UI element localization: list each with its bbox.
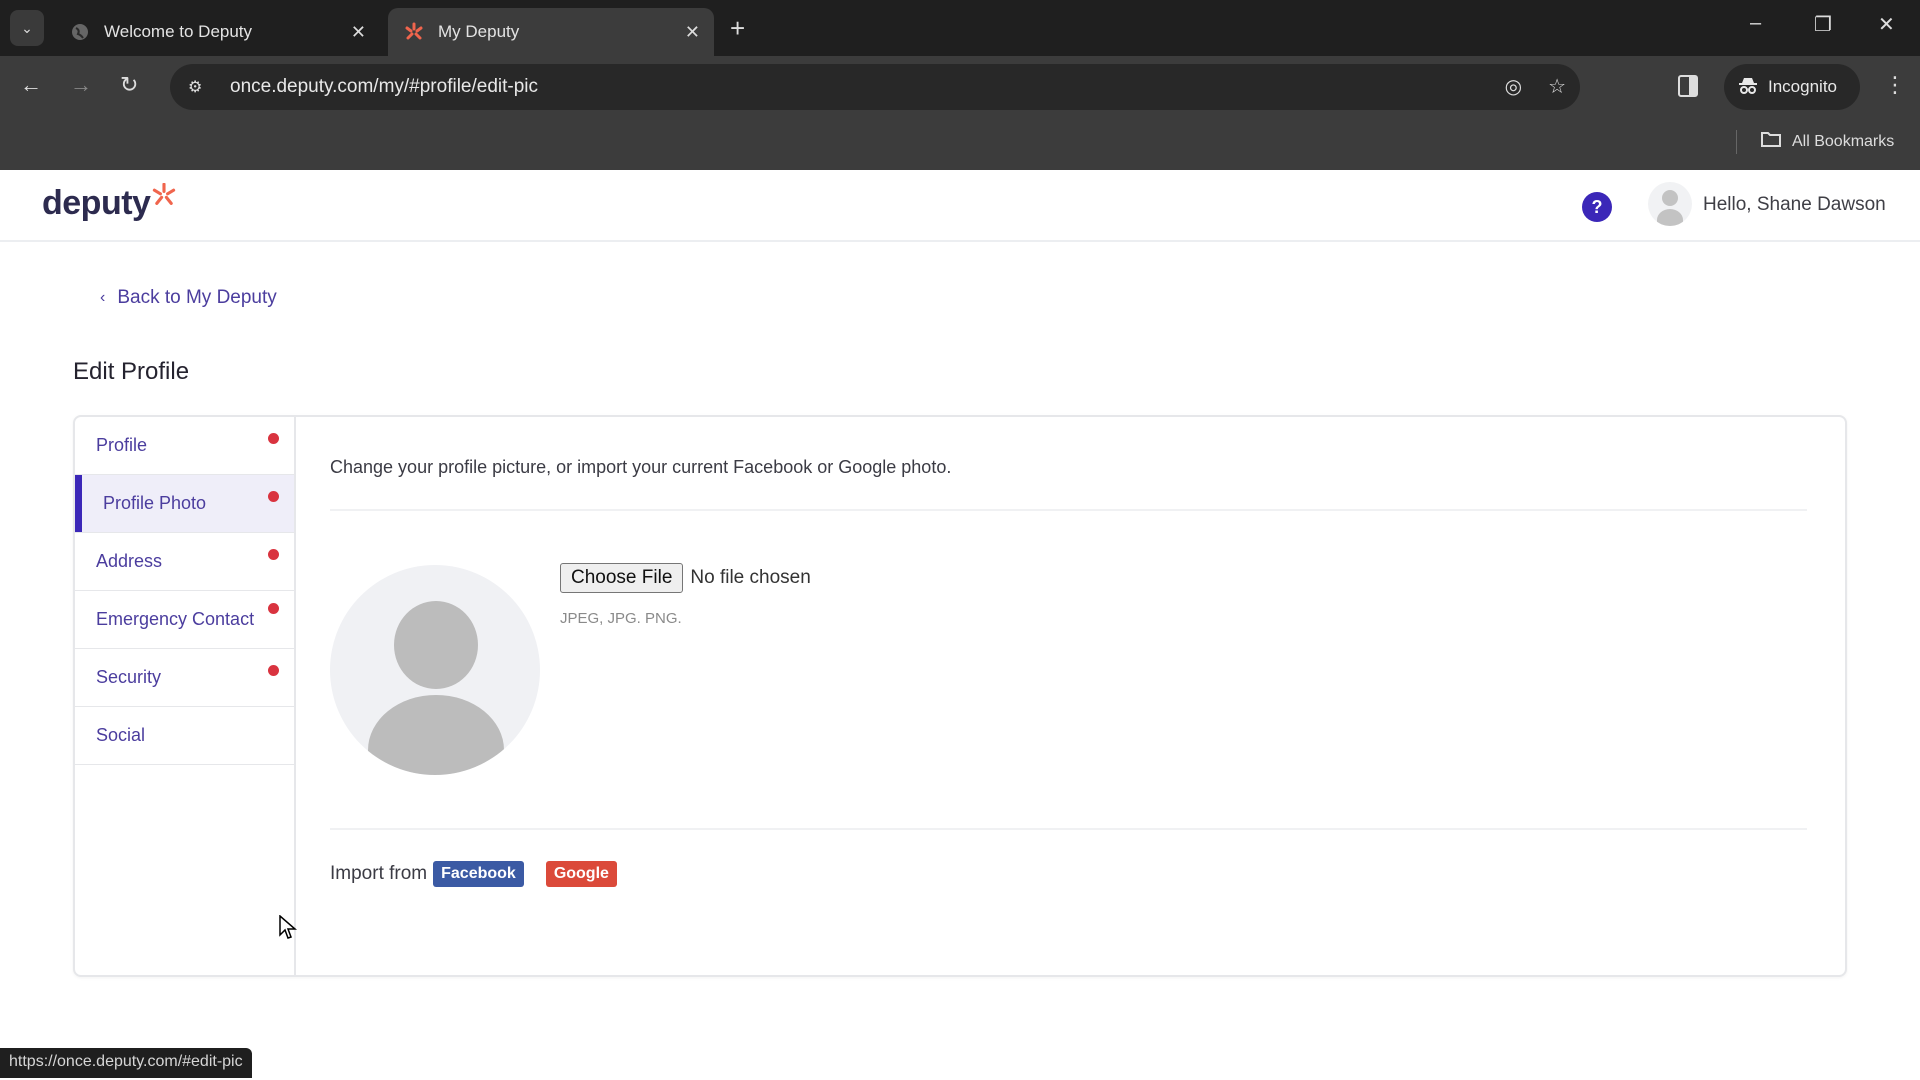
bookmarks-separator [1736,130,1737,154]
page-title: Edit Profile [73,358,190,385]
sidebar-item-label: Profile [96,435,148,455]
sidebar-item-label: Social [96,725,146,745]
back-to-my-deputy-link[interactable]: ‹ Back to My Deputy [100,287,277,309]
sidebar-item-label: Address [96,551,163,571]
menu-kebab-icon[interactable]: ⋮ [1884,72,1906,98]
choose-file-button[interactable]: Choose File [560,563,684,593]
file-type-hint: JPEG, JPG. PNG. [560,610,682,627]
minimize-icon[interactable]: – [1750,12,1761,35]
globe-icon [70,22,90,42]
all-bookmarks-button[interactable]: All Bookmarks [1760,130,1894,153]
status-bar-url: https://once.deputy.com/#edit-pic [0,1048,252,1078]
edit-profile-card: Profile Profile Photo Address Emergency … [73,415,1847,977]
tab-title: My Deputy [438,22,520,41]
avatar-head [394,601,478,689]
restore-icon[interactable]: ❐ [1814,12,1832,37]
forward-arrow-icon[interactable]: → [70,72,92,98]
avatar-body [368,695,504,775]
profile-photo-panel: Change your profile picture, or import y… [296,417,1845,975]
browser-tab-bar: ⌄ Welcome to Deputy ✕ My Deputy ✕ + – ❐ … [0,0,1920,56]
incomplete-dot [268,603,279,614]
sidebar-item-address[interactable]: Address [75,533,294,591]
sidebar-item-profile[interactable]: Profile [75,417,294,475]
import-row: Import from Facebook Google [330,861,617,887]
help-icon[interactable]: ? [1582,192,1612,222]
folder-icon [1760,130,1782,153]
address-bar[interactable]: ⚙ once.deputy.com/my/#profile/edit-pic ◎… [170,64,1580,110]
tab-welcome[interactable]: Welcome to Deputy ✕ [54,8,380,56]
reload-icon[interactable]: ↻ [120,72,138,98]
sidebar-item-social[interactable]: Social [75,707,294,765]
mouse-cursor-icon [279,914,298,946]
bookmarks-bar: All Bookmarks [0,118,1920,170]
help-label: ? [1591,196,1603,217]
user-avatar[interactable] [1648,182,1692,226]
import-label: Import from [330,863,428,884]
browser-toolbar: ← → ↻ ⚙ once.deputy.com/my/#profile/edit… [0,56,1920,118]
import-facebook-button[interactable]: Facebook [433,861,524,887]
sidebar-item-label: Security [96,667,162,687]
sidebar-item-label: Emergency Contact [96,609,255,629]
incomplete-dot [268,549,279,560]
close-tab-icon[interactable]: ✕ [685,22,700,43]
back-arrow-icon[interactable]: ← [20,72,42,98]
close-window-icon[interactable]: ✕ [1878,12,1895,37]
new-tab-button[interactable]: + [730,12,745,44]
file-input[interactable]: Choose File No file chosen [560,563,811,593]
sidebar-item-emergency-contact[interactable]: Emergency Contact [75,591,294,649]
profile-sidebar: Profile Profile Photo Address Emergency … [75,417,296,975]
user-greeting[interactable]: Hello, Shane Dawson [1703,194,1886,216]
url-text[interactable]: once.deputy.com/my/#profile/edit-pic [230,76,538,98]
incomplete-dot [268,433,279,444]
tab-my-deputy[interactable]: My Deputy ✕ [388,8,714,56]
app-header: deputy ? Hello, Shane Dawson [0,170,1920,242]
incognito-label: Incognito [1768,77,1837,96]
incomplete-dot [268,665,279,676]
avatar-head [1662,190,1678,206]
sidebar-item-profile-photo[interactable]: Profile Photo [75,475,294,533]
incognito-badge[interactable]: Incognito [1724,64,1860,110]
eye-slash-icon[interactable]: ◎ [1505,74,1522,99]
tab-search-button[interactable]: ⌄ [10,10,44,46]
incognito-icon [1738,75,1758,100]
deputy-logo[interactable]: deputy [42,182,176,223]
all-bookmarks-label: All Bookmarks [1792,132,1895,150]
sidebar-item-security[interactable]: Security [75,649,294,707]
logo-text: deputy [42,184,151,222]
divider [330,828,1807,830]
chevron-left-icon: ‹ [100,289,106,306]
import-google-button[interactable]: Google [545,861,617,887]
deputy-star-icon [404,22,424,42]
side-panel-icon[interactable] [1678,75,1698,97]
star-bookmark-icon[interactable]: ☆ [1548,74,1566,99]
avatar-body [1657,209,1683,226]
photo-description: Change your profile picture, or import y… [330,457,952,477]
back-link-label: Back to My Deputy [117,287,277,308]
profile-photo-placeholder [330,565,540,775]
close-tab-icon[interactable]: ✕ [351,22,366,43]
sidebar-item-label: Profile Photo [103,493,207,513]
deputy-star-icon [152,182,176,214]
incomplete-dot [268,491,279,502]
file-status: No file chosen [690,567,811,588]
tab-title: Welcome to Deputy [104,22,253,41]
chevron-down-icon: ⌄ [21,19,33,36]
site-settings-icon[interactable]: ⚙ [188,77,210,97]
divider [330,509,1807,511]
